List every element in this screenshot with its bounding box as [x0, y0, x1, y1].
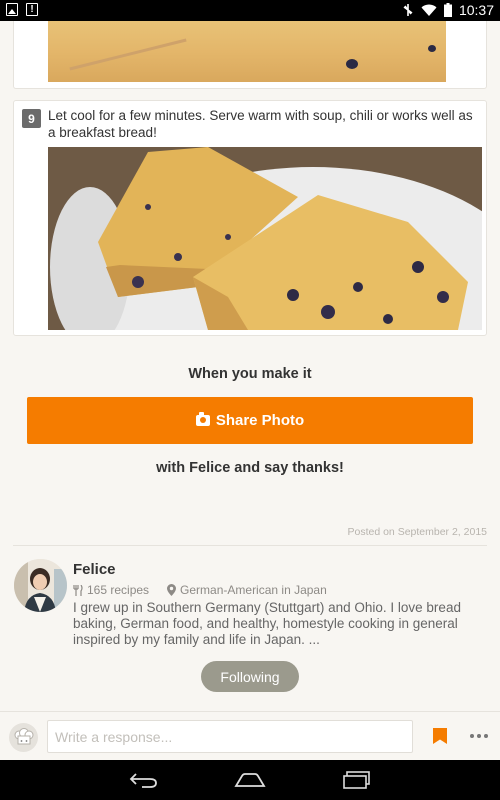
back-icon[interactable]: [123, 768, 163, 792]
gallery-notification-icon: [6, 3, 18, 16]
posted-date: Posted on September 2, 2015: [347, 526, 487, 538]
author-bio: I grew up in Southern Germany (Stuttgart…: [73, 600, 461, 647]
response-bar: [0, 711, 500, 760]
chef-hat-avatar-icon: [9, 723, 38, 752]
location-pin-icon: [167, 584, 177, 596]
bookmark-icon[interactable]: [433, 728, 447, 744]
share-photo-label: Share Photo: [215, 412, 305, 429]
author-meta: 165 recipes German-American in Japan: [73, 583, 327, 597]
more-options-icon[interactable]: [470, 734, 488, 738]
step-card: 9 Let cool for a few minutes. Serve warm…: [13, 100, 487, 336]
alert-notification-icon: !: [26, 3, 38, 16]
author-recipe-count[interactable]: 165 recipes: [87, 583, 149, 597]
step-description: Let cool for a few minutes. Serve warm w…: [48, 108, 473, 140]
say-thanks-label: with Felice and say thanks!: [156, 460, 344, 476]
camera-icon: [195, 412, 210, 426]
author-location: German-American in Japan: [180, 583, 327, 597]
step-number-badge: 9: [22, 109, 41, 128]
following-button[interactable]: Following: [201, 661, 299, 692]
status-time: 10:37: [458, 2, 494, 18]
make-it-label: When you make it: [188, 366, 312, 382]
recent-apps-icon[interactable]: [337, 768, 377, 792]
wifi-icon: [421, 4, 437, 16]
step-photo[interactable]: [48, 147, 482, 330]
home-icon[interactable]: [230, 768, 270, 792]
previous-step-card: [13, 21, 487, 89]
mute-icon: [403, 4, 413, 16]
utensils-icon: [73, 584, 83, 596]
navigation-bar: [0, 760, 500, 800]
author-avatar[interactable]: [14, 559, 67, 612]
battery-icon: [443, 3, 452, 17]
status-bar: ! 10:37: [0, 0, 500, 21]
divider: [13, 545, 487, 546]
previous-step-photo[interactable]: [48, 21, 446, 82]
share-photo-button[interactable]: Share Photo: [27, 397, 473, 444]
author-name[interactable]: Felice: [73, 561, 116, 578]
response-input[interactable]: [47, 720, 413, 753]
